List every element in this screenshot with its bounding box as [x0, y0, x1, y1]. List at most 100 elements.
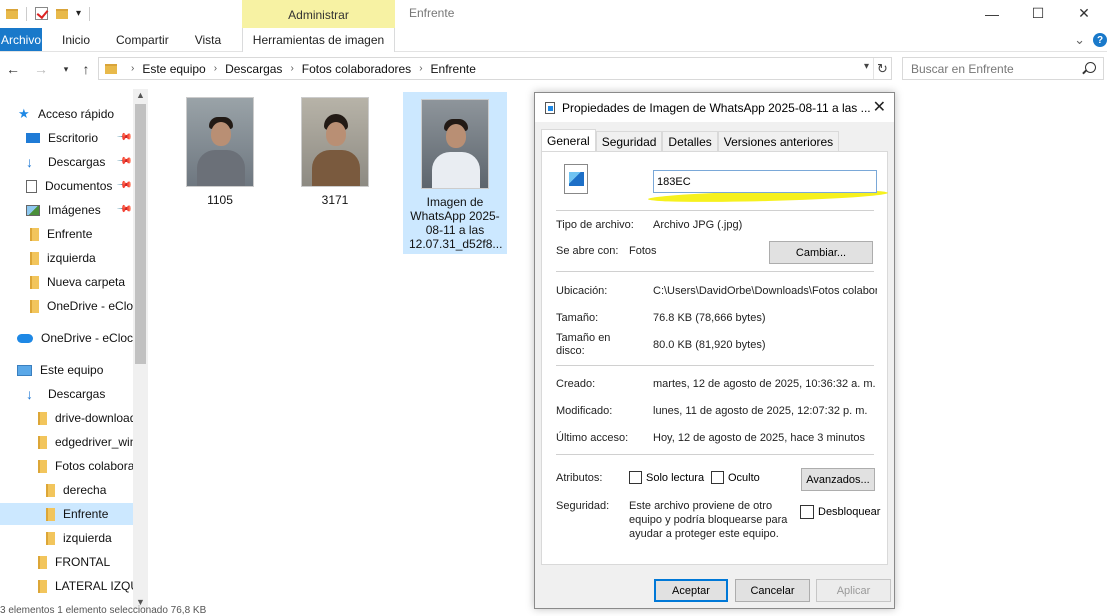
face-shape: [211, 122, 231, 146]
nav-item-acceso-rapido[interactable]: ★ Acceso rápido: [18, 103, 114, 125]
nav-item-fotos-colaboradores[interactable]: Fotos colaboradores: [38, 455, 148, 477]
nav-item-onedrive-folder[interactable]: OneDrive - eClock: [30, 295, 145, 317]
search-box[interactable]: Buscar en Enfrente: [902, 57, 1104, 80]
tab-archivo[interactable]: Archivo: [0, 28, 42, 51]
filename-input[interactable]: 183EC: [653, 170, 877, 193]
apply-button[interactable]: Aplicar: [816, 579, 891, 602]
pin-icon: 📌: [115, 129, 133, 146]
breadcrumb-fotos-colaboradores[interactable]: Fotos colaboradores: [302, 62, 411, 76]
nav-item-drive-download[interactable]: drive-download: [38, 407, 136, 429]
scrollbar-thumb[interactable]: [135, 104, 146, 364]
hidden-checkbox[interactable]: Oculto: [711, 471, 760, 484]
breadcrumb-separator-icon[interactable]: ›: [290, 63, 293, 74]
size-label: Tamaño:: [556, 312, 599, 324]
minimize-button[interactable]: —: [969, 0, 1015, 27]
nav-scrollbar[interactable]: ▲ ▼: [133, 89, 148, 609]
readonly-checkbox[interactable]: Solo lectura: [629, 471, 704, 484]
tab-seguridad[interactable]: Seguridad: [595, 131, 663, 151]
customize-dropdown-icon[interactable]: ▾: [76, 8, 81, 19]
nav-item-escritorio[interactable]: Escritorio: [26, 127, 98, 149]
nav-item-documentos[interactable]: Documentos: [26, 175, 112, 197]
disk-size-label-2: disco:: [556, 345, 585, 357]
nav-item-frontal[interactable]: FRONTAL: [38, 551, 110, 573]
nav-item-imagenes[interactable]: Imágenes: [26, 199, 101, 221]
tab-detalles[interactable]: Detalles: [662, 131, 718, 151]
tab-versiones-anteriores[interactable]: Versiones anteriores: [717, 131, 840, 151]
address-bar[interactable]: › Este equipo › Descargas › Fotos colabo…: [98, 57, 892, 80]
maximize-button[interactable]: ☐: [1015, 0, 1061, 27]
folder-icon[interactable]: [6, 8, 18, 19]
file-item[interactable]: 1105: [168, 90, 272, 211]
refresh-icon[interactable]: ↻: [873, 58, 891, 79]
recent-locations-chevron-icon[interactable]: ▾: [56, 59, 76, 79]
file-item-selected[interactable]: Imagen de WhatsApp 2025-08-11 a las 12.0…: [403, 92, 507, 254]
window-controls: — ☐ ✕: [969, 0, 1107, 27]
nav-item-descargas-pc[interactable]: ↓ Descargas: [26, 383, 105, 405]
forward-arrow-icon[interactable]: →: [31, 59, 51, 79]
tab-herramientas-imagen[interactable]: Herramientas de imagen: [242, 28, 395, 52]
checkbox-box[interactable]: [800, 505, 814, 519]
scroll-up-icon[interactable]: ▲: [136, 90, 145, 100]
contextual-tab-header: Administrar: [242, 0, 395, 29]
nav-item-izquierda-sub[interactable]: izquierda: [46, 527, 112, 549]
image-file-icon: [545, 101, 555, 114]
nav-item-enfrente-selected[interactable]: Enfrente: [0, 503, 133, 525]
breadcrumb-descargas[interactable]: Descargas: [225, 62, 282, 76]
nav-item-enfrente[interactable]: Enfrente: [30, 223, 92, 245]
tab-vista[interactable]: Vista: [182, 28, 234, 51]
nav-label: Descargas: [48, 387, 106, 401]
divider: [556, 271, 874, 272]
general-panel: 183EC Tipo de archivo: Archivo JPG (.jpg…: [541, 151, 889, 565]
opens-with-label: Se abre con:: [556, 245, 619, 257]
change-button[interactable]: Cambiar...: [769, 241, 873, 264]
cancel-button[interactable]: Cancelar: [735, 579, 810, 602]
close-window-button[interactable]: ✕: [1061, 0, 1107, 27]
folder-icon: [30, 251, 39, 265]
dialog-title-bar[interactable]: Propiedades de Imagen de WhatsApp 2025-0…: [535, 93, 894, 122]
unblock-checkbox[interactable]: Desbloquear: [800, 505, 880, 519]
breadcrumb-separator-icon[interactable]: ›: [214, 63, 217, 74]
tab-general[interactable]: General: [541, 129, 596, 151]
search-icon[interactable]: [1085, 62, 1096, 73]
navigation-pane: ★ Acceso rápido Escritorio 📌 ↓ Descargas 📌…: [0, 89, 148, 616]
expand-ribbon-chevron-icon[interactable]: ⌄: [1074, 32, 1085, 48]
folder-icon: [46, 483, 55, 497]
disk-size-value: 80.0 KB (81,920 bytes): [653, 339, 766, 351]
breadcrumb-este-equipo[interactable]: Este equipo: [142, 62, 205, 76]
nav-item-lateral-izquierdo[interactable]: LATERAL IZQUIERDO: [38, 575, 148, 597]
nav-item-descargas[interactable]: ↓ Descargas: [26, 151, 105, 173]
file-item[interactable]: 3171: [283, 90, 387, 211]
security-text-3: ayudar a proteger este equipo.: [629, 528, 779, 540]
advanced-button[interactable]: Avanzados...: [801, 468, 875, 491]
address-dropdown-icon[interactable]: ▾: [864, 61, 869, 72]
nav-label: Este equipo: [40, 363, 104, 377]
tab-inicio[interactable]: Inicio: [42, 28, 103, 51]
tab-compartir[interactable]: Compartir: [103, 28, 182, 51]
checkbox-box[interactable]: [629, 471, 642, 484]
folder-icon: [105, 63, 117, 74]
nav-item-este-equipo[interactable]: Este equipo: [17, 359, 103, 381]
pin-icon: 📌: [115, 153, 133, 170]
nav-label: Enfrente: [63, 507, 109, 521]
nav-item-nueva-carpeta[interactable]: Nueva carpeta: [30, 271, 125, 293]
breadcrumb-separator-icon[interactable]: ›: [419, 63, 422, 74]
new-folder-icon[interactable]: [56, 8, 68, 19]
nav-label: Imágenes: [48, 203, 101, 217]
download-icon: ↓: [26, 386, 33, 402]
breadcrumb-enfrente[interactable]: Enfrente: [431, 62, 476, 76]
nav-item-izquierda[interactable]: izquierda: [30, 247, 96, 269]
up-arrow-icon[interactable]: ↑: [76, 59, 96, 79]
nav-item-onedrive[interactable]: OneDrive - eClock: [17, 327, 139, 349]
checkbox-box[interactable]: [711, 471, 724, 484]
folder-icon: [46, 531, 55, 545]
nav-label: Documentos: [45, 179, 113, 193]
nav-item-edgedriver[interactable]: edgedriver_win: [38, 431, 136, 453]
back-arrow-icon[interactable]: ←: [3, 59, 23, 79]
properties-check-icon[interactable]: [35, 7, 48, 20]
help-icon[interactable]: ?: [1093, 33, 1107, 47]
created-label: Creado:: [556, 378, 596, 390]
close-icon[interactable]: ✕: [873, 97, 886, 117]
type-value: Archivo JPG (.jpg): [653, 219, 743, 231]
nav-item-derecha[interactable]: derecha: [46, 479, 106, 501]
ok-button[interactable]: Aceptar: [654, 579, 728, 602]
